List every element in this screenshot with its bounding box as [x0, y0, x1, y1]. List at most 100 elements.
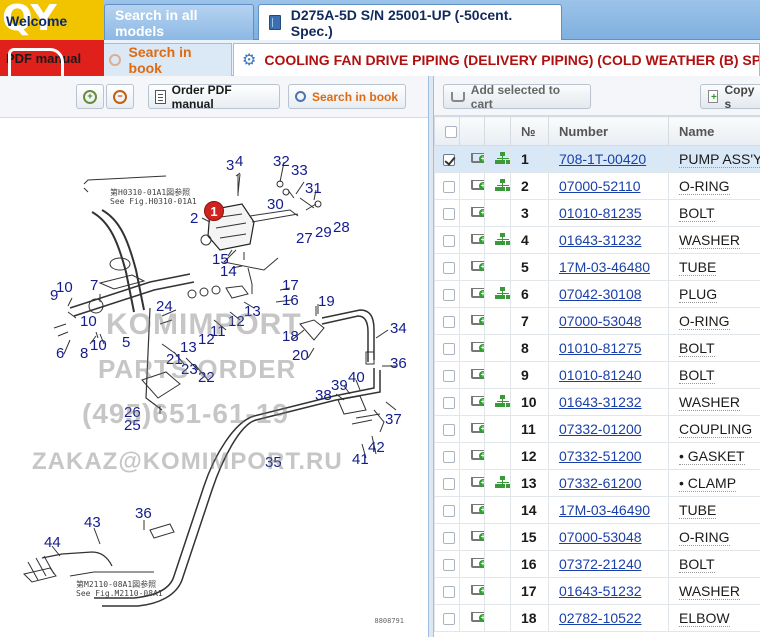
- add-to-cart-cell[interactable]: [459, 388, 485, 416]
- add-to-cart-icon[interactable]: [470, 314, 484, 326]
- callout[interactable]: 39: [331, 378, 348, 393]
- part-number-link[interactable]: 708-1T-00420: [559, 151, 646, 167]
- part-number-link[interactable]: 17M-03-46480: [559, 259, 650, 275]
- tab-search-in-book[interactable]: Search in book: [100, 43, 232, 76]
- add-to-cart-cell[interactable]: [459, 280, 485, 308]
- add-to-cart-cell[interactable]: [459, 523, 485, 551]
- copy-button[interactable]: Copy s: [700, 83, 760, 111]
- callout[interactable]: 8: [80, 346, 88, 361]
- row-select-cell[interactable]: [434, 496, 460, 524]
- table-row[interactable]: 5 17M-03-46480 TUBE: [434, 253, 760, 281]
- row-select-cell[interactable]: [434, 361, 460, 389]
- add-to-cart-icon[interactable]: [470, 260, 484, 272]
- add-to-cart-cell[interactable]: [459, 145, 485, 173]
- add-to-cart-icon[interactable]: [470, 206, 484, 218]
- callout[interactable]: 19: [318, 294, 335, 309]
- row-checkbox[interactable]: [443, 235, 455, 248]
- row-select-cell[interactable]: [434, 145, 460, 173]
- callout[interactable]: 36: [390, 356, 407, 371]
- table-row[interactable]: 14 17M-03-46490 TUBE: [434, 496, 760, 524]
- add-to-cart-cell[interactable]: [459, 496, 485, 524]
- part-number-link[interactable]: 07042-30108: [559, 286, 642, 302]
- callout[interactable]: 10: [80, 314, 97, 329]
- callout[interactable]: 4: [235, 154, 243, 169]
- part-number-link[interactable]: 01010-81240: [559, 367, 642, 383]
- add-to-cart-cell[interactable]: [459, 307, 485, 335]
- part-number-link[interactable]: 07332-51200: [559, 448, 642, 464]
- add-to-cart-cell[interactable]: [459, 442, 485, 470]
- part-number-link[interactable]: 07000-53048: [559, 313, 642, 329]
- tree-icon[interactable]: [495, 179, 510, 191]
- callout[interactable]: 15: [212, 252, 229, 267]
- row-select-cell[interactable]: [434, 334, 460, 362]
- add-to-cart-icon[interactable]: [470, 179, 484, 191]
- add-to-cart-cell[interactable]: [459, 415, 485, 443]
- callout[interactable]: 27: [296, 231, 313, 246]
- tab-search-all-models[interactable]: Search in all models: [104, 4, 254, 40]
- part-number-link[interactable]: 07332-01200: [559, 421, 642, 437]
- add-to-cart-cell[interactable]: [459, 253, 485, 281]
- callout[interactable]: 38: [315, 388, 332, 403]
- number-sign-header[interactable]: №: [510, 116, 549, 146]
- callout[interactable]: 6: [56, 346, 64, 361]
- row-checkbox[interactable]: [443, 586, 455, 599]
- add-to-cart-icon[interactable]: [470, 530, 484, 542]
- row-select-cell[interactable]: [434, 550, 460, 578]
- tree-cell[interactable]: [484, 172, 511, 200]
- add-to-cart-cell[interactable]: [459, 604, 485, 632]
- table-row[interactable]: 3 01010-81235 BOLT: [434, 199, 760, 227]
- add-to-cart-icon[interactable]: [470, 584, 484, 596]
- tree-icon[interactable]: [495, 152, 510, 164]
- row-checkbox[interactable]: [443, 532, 455, 545]
- tree-icon[interactable]: [495, 476, 510, 488]
- add-to-cart-icon[interactable]: [470, 557, 484, 569]
- zoom-out-button[interactable]: −: [106, 84, 134, 109]
- row-checkbox[interactable]: [443, 154, 455, 167]
- row-checkbox[interactable]: [443, 397, 455, 410]
- add-to-cart-cell[interactable]: [459, 334, 485, 362]
- tree-cell[interactable]: [484, 280, 511, 308]
- tree-icon[interactable]: [495, 287, 510, 299]
- table-row[interactable]: 7 07000-53048 O-RING: [434, 307, 760, 335]
- row-select-cell[interactable]: [434, 523, 460, 551]
- row-select-cell[interactable]: [434, 415, 460, 443]
- row-checkbox[interactable]: [443, 289, 455, 302]
- row-select-cell[interactable]: [434, 199, 460, 227]
- add-to-cart-cell[interactable]: [459, 199, 485, 227]
- callout[interactable]: 3: [226, 158, 234, 173]
- callout[interactable]: 34: [390, 321, 407, 336]
- part-number-link[interactable]: 07332-61200: [559, 475, 642, 491]
- add-to-cart-icon[interactable]: [470, 341, 484, 353]
- table-row[interactable]: 12 07332-51200 • GASKET: [434, 442, 760, 470]
- selected-callout-badge[interactable]: 1: [204, 201, 224, 221]
- callout[interactable]: 43: [84, 515, 101, 530]
- zoom-in-button[interactable]: +: [76, 84, 104, 109]
- add-to-cart-cell[interactable]: [459, 361, 485, 389]
- add-to-cart-icon[interactable]: [470, 395, 484, 407]
- add-selected-to-cart-button[interactable]: Add selected to cart: [443, 83, 591, 111]
- part-number-link[interactable]: 01010-81235: [559, 205, 642, 221]
- callout[interactable]: 28: [333, 220, 350, 235]
- row-checkbox[interactable]: [443, 613, 455, 626]
- row-select-cell[interactable]: [434, 307, 460, 335]
- tab-model[interactable]: D275A-5D S/N 25001-UP (-50cent. Spec.): [258, 4, 562, 40]
- row-select-cell[interactable]: [434, 253, 460, 281]
- add-to-cart-cell[interactable]: [459, 226, 485, 254]
- callout[interactable]: 29: [315, 225, 332, 240]
- add-to-cart-icon[interactable]: [470, 476, 484, 488]
- part-number-link[interactable]: 07000-53048: [559, 529, 642, 545]
- row-checkbox[interactable]: [443, 208, 455, 221]
- row-select-cell[interactable]: [434, 577, 460, 605]
- part-number-link[interactable]: 01643-51232: [559, 583, 642, 599]
- add-to-cart-cell[interactable]: [459, 172, 485, 200]
- callout[interactable]: 42: [368, 440, 385, 455]
- callout[interactable]: 40: [348, 370, 365, 385]
- row-checkbox[interactable]: [443, 181, 455, 194]
- table-row[interactable]: 11 07332-01200 COUPLING: [434, 415, 760, 443]
- table-row[interactable]: 6 07042-30108 PLUG: [434, 280, 760, 308]
- callout[interactable]: 10: [56, 280, 73, 295]
- add-to-cart-icon[interactable]: [470, 233, 484, 245]
- callout[interactable]: 10: [90, 338, 107, 353]
- table-row[interactable]: 8 01010-81275 BOLT: [434, 334, 760, 362]
- row-select-cell[interactable]: [434, 469, 460, 497]
